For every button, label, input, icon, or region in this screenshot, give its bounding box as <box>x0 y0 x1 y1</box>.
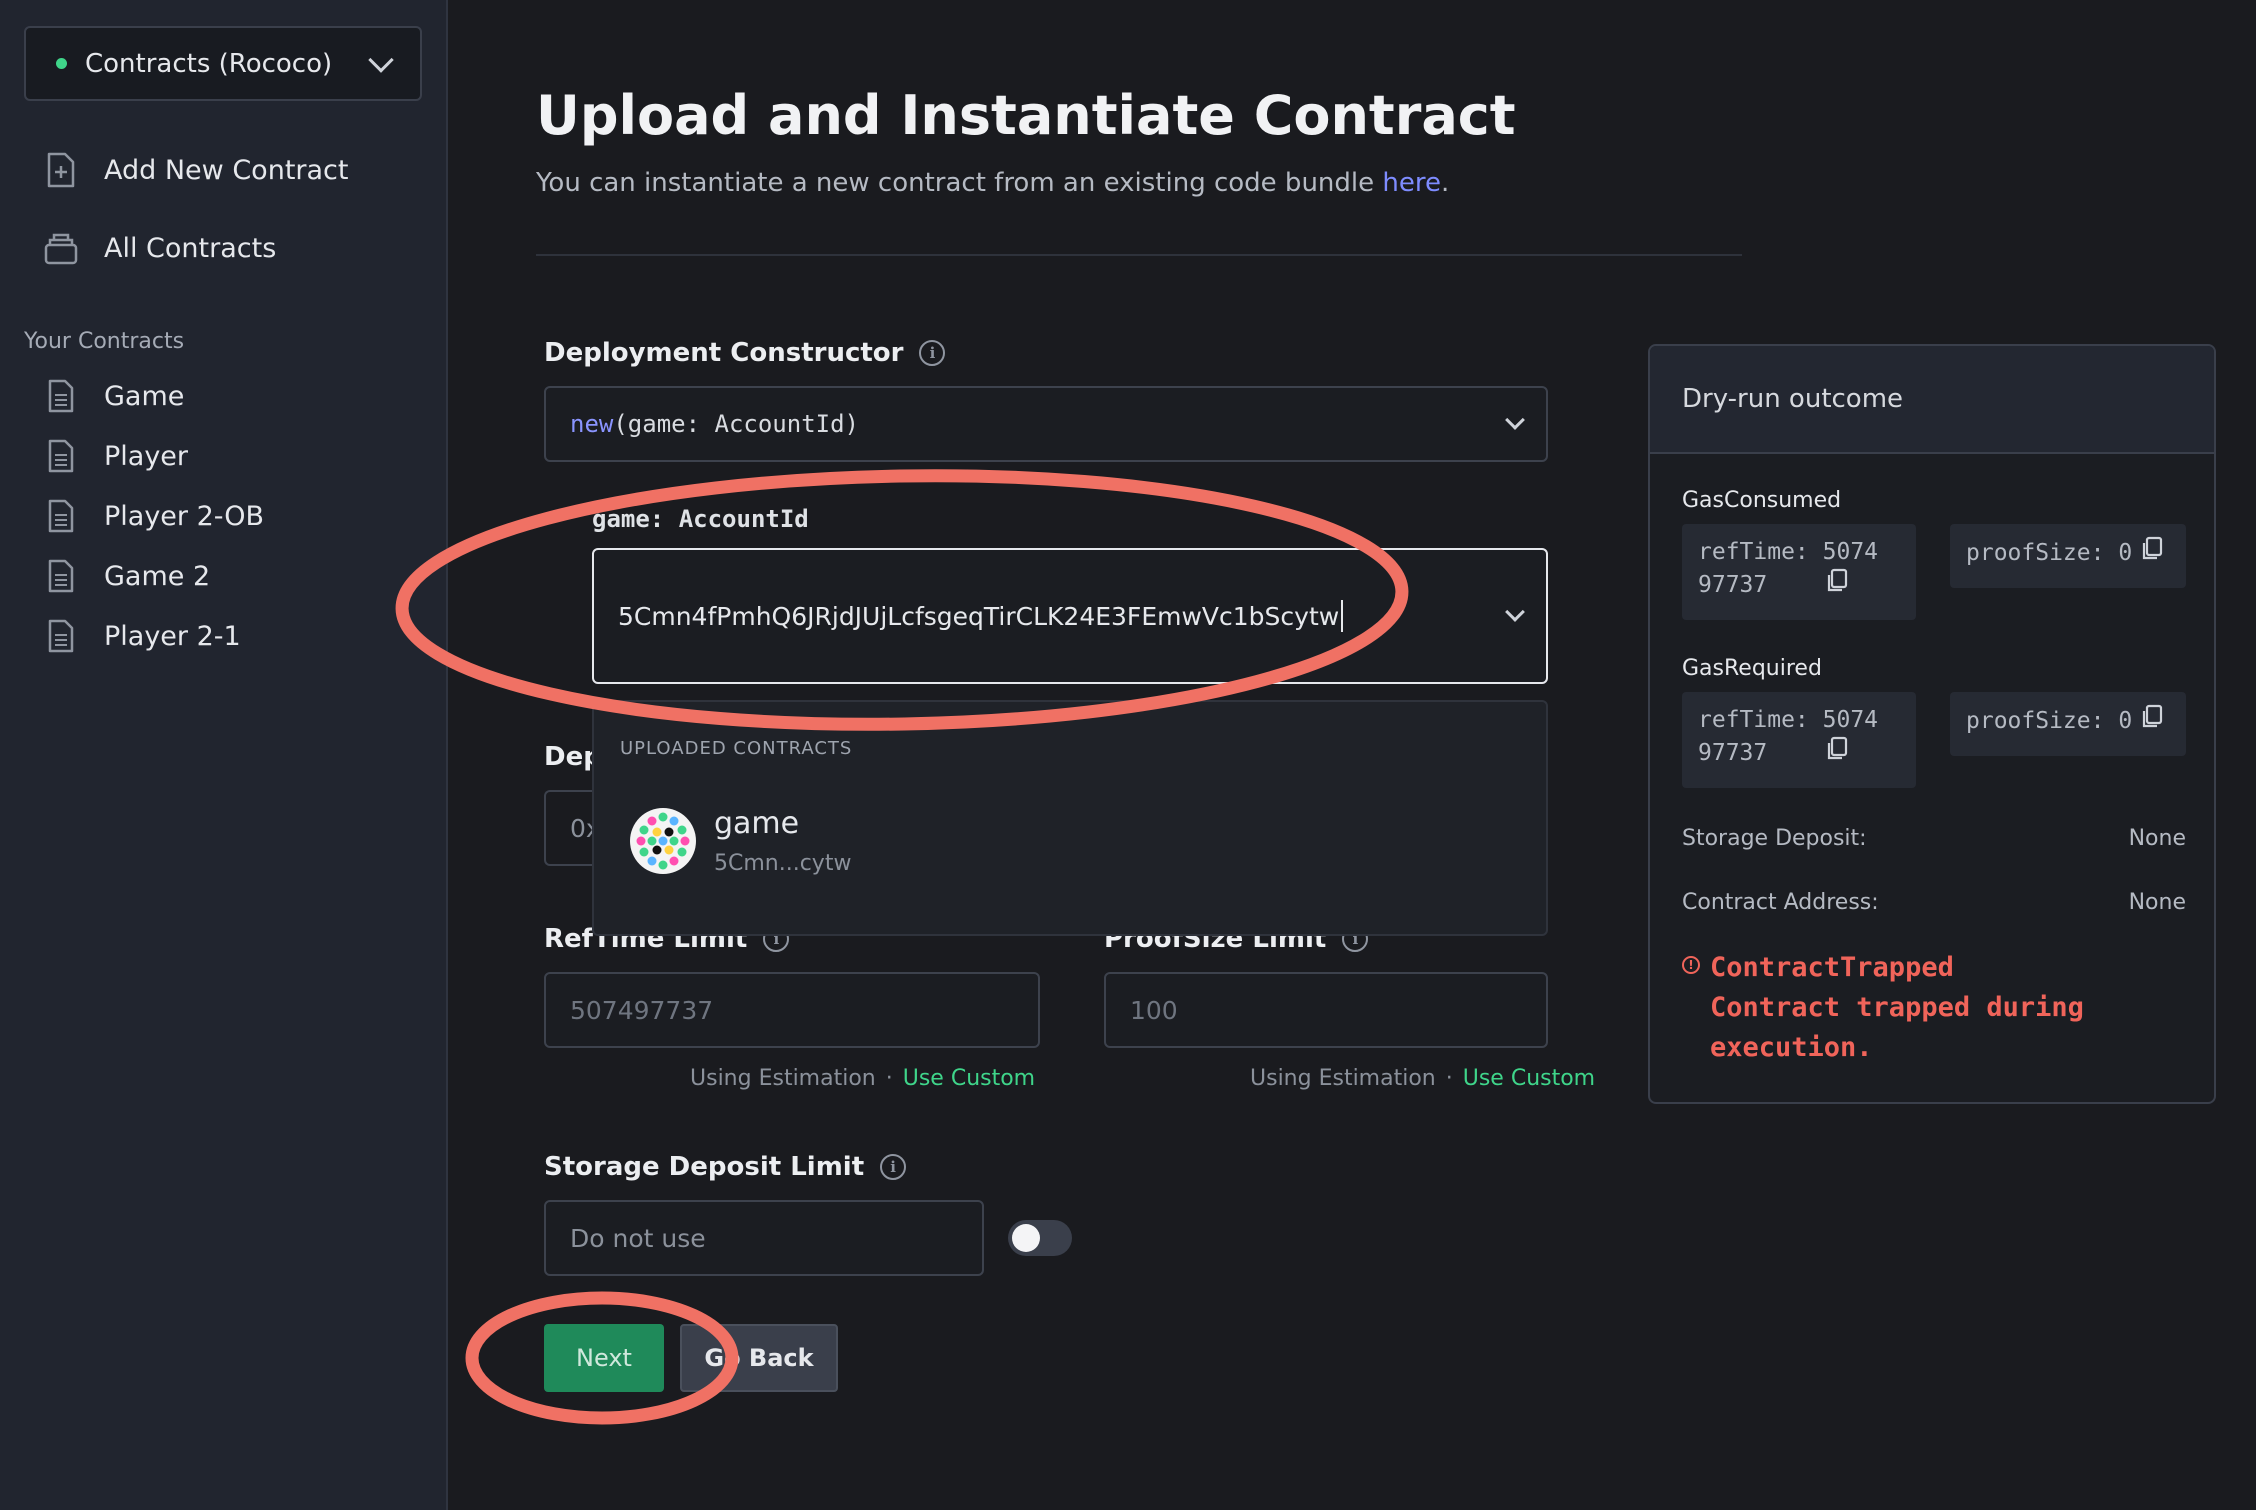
identicon-avatar <box>630 808 696 874</box>
constructor-label-text: Deployment Constructor <box>544 338 904 368</box>
error-icon: ! <box>1682 956 1700 974</box>
storage-deposit-input[interactable]: Do not use <box>544 1200 984 1276</box>
sidebar-contract-player-2-ob[interactable]: Player 2-OB <box>44 498 264 534</box>
use-custom-reftime-link[interactable]: Use Custom <box>903 1066 1035 1091</box>
your-contracts-heading: Your Contracts <box>24 329 185 354</box>
document-icon <box>44 378 78 414</box>
storage-deposit-row: Storage Deposit: None <box>1682 826 2186 851</box>
go-back-button[interactable]: Go Back <box>680 1324 838 1392</box>
use-custom-proofsize-link[interactable]: Use Custom <box>1463 1066 1595 1091</box>
option-address: 5Cmn...cytw <box>714 851 852 876</box>
gas-consumed-proofsize: proofSize: 0 <box>1950 524 2186 588</box>
document-icon <box>44 558 78 594</box>
proofsize-text: proofSize: 0 <box>1966 540 2133 566</box>
here-link[interactable]: here <box>1382 168 1441 198</box>
reftime-hint: Using Estimation · Use Custom <box>690 1066 1036 1091</box>
dropdown-option-game[interactable]: game 5Cmn...cytw <box>630 806 851 876</box>
info-icon[interactable]: i <box>919 340 946 366</box>
main-content: Upload and Instantiate Contract You can … <box>448 0 2256 1510</box>
proofsize-hint: Using Estimation · Use Custom <box>1250 1066 1596 1091</box>
file-plus-icon <box>44 152 78 188</box>
reftime-line1: refTime: 5074 <box>1698 539 1879 565</box>
gas-consumed-reftime: refTime: 5074 97737 <box>1682 524 1916 620</box>
constructor-label: Deployment Constructor i <box>544 338 946 368</box>
chevron-down-icon[interactable] <box>1505 602 1525 622</box>
contract-address-row: Contract Address: None <box>1682 890 2186 915</box>
constructor-signature: (game: AccountId) <box>613 410 859 438</box>
nav-label: All Contracts <box>104 232 277 264</box>
sidebar: Contracts (Rococo) Add New Contract All … <box>0 0 448 1510</box>
contract-label: Player <box>104 440 189 472</box>
copy-icon[interactable] <box>2140 704 2164 739</box>
proofsize-limit-input[interactable]: 100 <box>1104 972 1548 1048</box>
chevron-down-icon <box>368 46 394 73</box>
contract-label: Player 2-1 <box>104 620 241 652</box>
gas-required-proofsize: proofSize: 0 <box>1950 692 2186 756</box>
contract-label: Game <box>104 380 185 412</box>
contract-address-value: None <box>2128 890 2186 915</box>
text-caret <box>1341 600 1344 632</box>
sidebar-contract-player-2-1[interactable]: Player 2-1 <box>44 618 241 654</box>
next-button[interactable]: Next <box>544 1324 664 1392</box>
gas-required-reftime: refTime: 5074 97737 <box>1682 692 1916 788</box>
dry-run-panel: Dry-run outcome GasConsumed refTime: 507… <box>1648 344 2216 1104</box>
archive-icon <box>44 230 78 266</box>
constructor-keyword: new <box>570 410 614 438</box>
subtitle-end: . <box>1440 168 1450 198</box>
page-title: Upload and Instantiate Contract <box>536 84 1516 147</box>
gas-consumed-label: GasConsumed <box>1682 488 1842 513</box>
constructor-select[interactable]: new (game: AccountId) <box>544 386 1548 462</box>
proofsize-text: proofSize: 0 <box>1966 708 2133 734</box>
divider <box>536 254 1742 256</box>
storage-label-text: Storage Deposit Limit <box>544 1152 865 1182</box>
copy-icon[interactable] <box>1825 568 1849 603</box>
network-label: Contracts (Rococo) <box>85 48 333 79</box>
dropdown-header: UPLOADED CONTRACTS <box>620 738 853 759</box>
sidebar-contract-game[interactable]: Game <box>44 378 184 414</box>
dry-run-error: ! ContractTrapped Contract trapped durin… <box>1682 948 2130 1068</box>
subtitle-text: You can instantiate a new contract from … <box>536 168 1383 198</box>
dry-run-title: Dry-run outcome <box>1650 346 2214 454</box>
sidebar-contract-player[interactable]: Player <box>44 438 188 474</box>
network-status-dot <box>56 58 67 69</box>
nav-add-new-contract[interactable]: Add New Contract <box>44 152 348 188</box>
info-icon[interactable]: i <box>880 1154 907 1180</box>
param-label: game: AccountId <box>592 505 809 533</box>
error-message: Contract trapped during execution. <box>1710 992 2084 1063</box>
gas-required-label: GasRequired <box>1682 656 1822 681</box>
document-icon <box>44 618 78 654</box>
option-name: game <box>714 806 800 841</box>
copy-icon[interactable] <box>1825 736 1849 771</box>
contract-address-key: Contract Address: <box>1682 890 1879 915</box>
network-selector[interactable]: Contracts (Rococo) <box>24 26 422 101</box>
copy-icon[interactable] <box>2140 536 2164 571</box>
nav-label: Add New Contract <box>104 154 349 186</box>
storage-deposit-label: Storage Deposit Limit i <box>544 1152 907 1182</box>
account-id-input[interactable]: 5Cmn4fPmhQ6JRjdJUjLcfsgeqTirCLK24E3FEmwV… <box>592 548 1548 684</box>
storage-deposit-toggle[interactable] <box>1008 1220 1072 1256</box>
chevron-down-icon <box>1505 410 1525 430</box>
contract-label: Game 2 <box>104 560 211 592</box>
error-title: ContractTrapped <box>1710 952 1954 983</box>
toggle-knob <box>1012 1224 1040 1252</box>
contract-label: Player 2-OB <box>104 500 265 532</box>
reftime-limit-input[interactable]: 507497737 <box>544 972 1040 1048</box>
document-icon <box>44 498 78 534</box>
reftime-line1: refTime: 5074 <box>1698 707 1879 733</box>
using-estimation-text: Using Estimation <box>690 1066 876 1091</box>
reftime-line2: 97737 <box>1698 572 1768 598</box>
document-icon <box>44 438 78 474</box>
nav-all-contracts[interactable]: All Contracts <box>44 230 276 266</box>
account-dropdown: UPLOADED CONTRACTS game 5Cmn...cytw <box>592 700 1548 936</box>
sidebar-contract-game-2[interactable]: Game 2 <box>44 558 210 594</box>
page-subtitle: You can instantiate a new contract from … <box>536 168 1449 198</box>
using-estimation-text: Using Estimation <box>1250 1066 1436 1091</box>
account-id-value: 5Cmn4fPmhQ6JRjdJUjLcfsgeqTirCLK24E3FEmwV… <box>618 601 1340 631</box>
storage-deposit-key: Storage Deposit: <box>1682 826 1867 851</box>
storage-deposit-value: None <box>2128 826 2186 851</box>
reftime-line2: 97737 <box>1698 740 1768 766</box>
